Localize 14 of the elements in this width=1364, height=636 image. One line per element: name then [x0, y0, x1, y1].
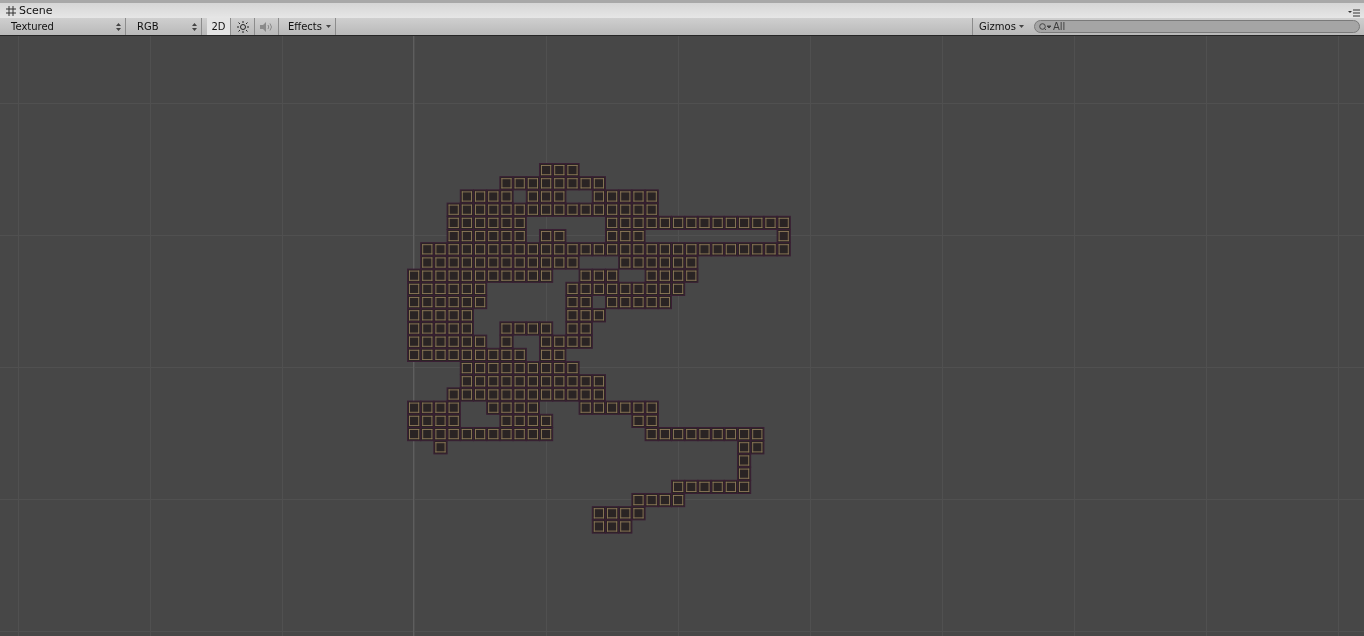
effects-dropdown[interactable]: Effects — [282, 18, 336, 35]
speaker-icon — [259, 21, 274, 32]
updown-icon — [116, 22, 121, 31]
tab-title[interactable]: Scene — [19, 4, 53, 17]
caret-icon — [1019, 25, 1024, 28]
render-mode-dropdown[interactable]: RGB — [131, 18, 202, 35]
updown-icon — [192, 22, 197, 31]
search-field[interactable]: All — [1034, 20, 1360, 33]
menu-icon[interactable] — [1348, 9, 1360, 17]
caret-icon — [326, 25, 331, 28]
draw-mode-dropdown[interactable]: Textured — [5, 18, 126, 35]
grid-icon — [6, 5, 16, 16]
2d-toggle[interactable]: 2D — [207, 18, 231, 35]
gizmos-dropdown[interactable]: Gizmos — [972, 18, 1028, 35]
